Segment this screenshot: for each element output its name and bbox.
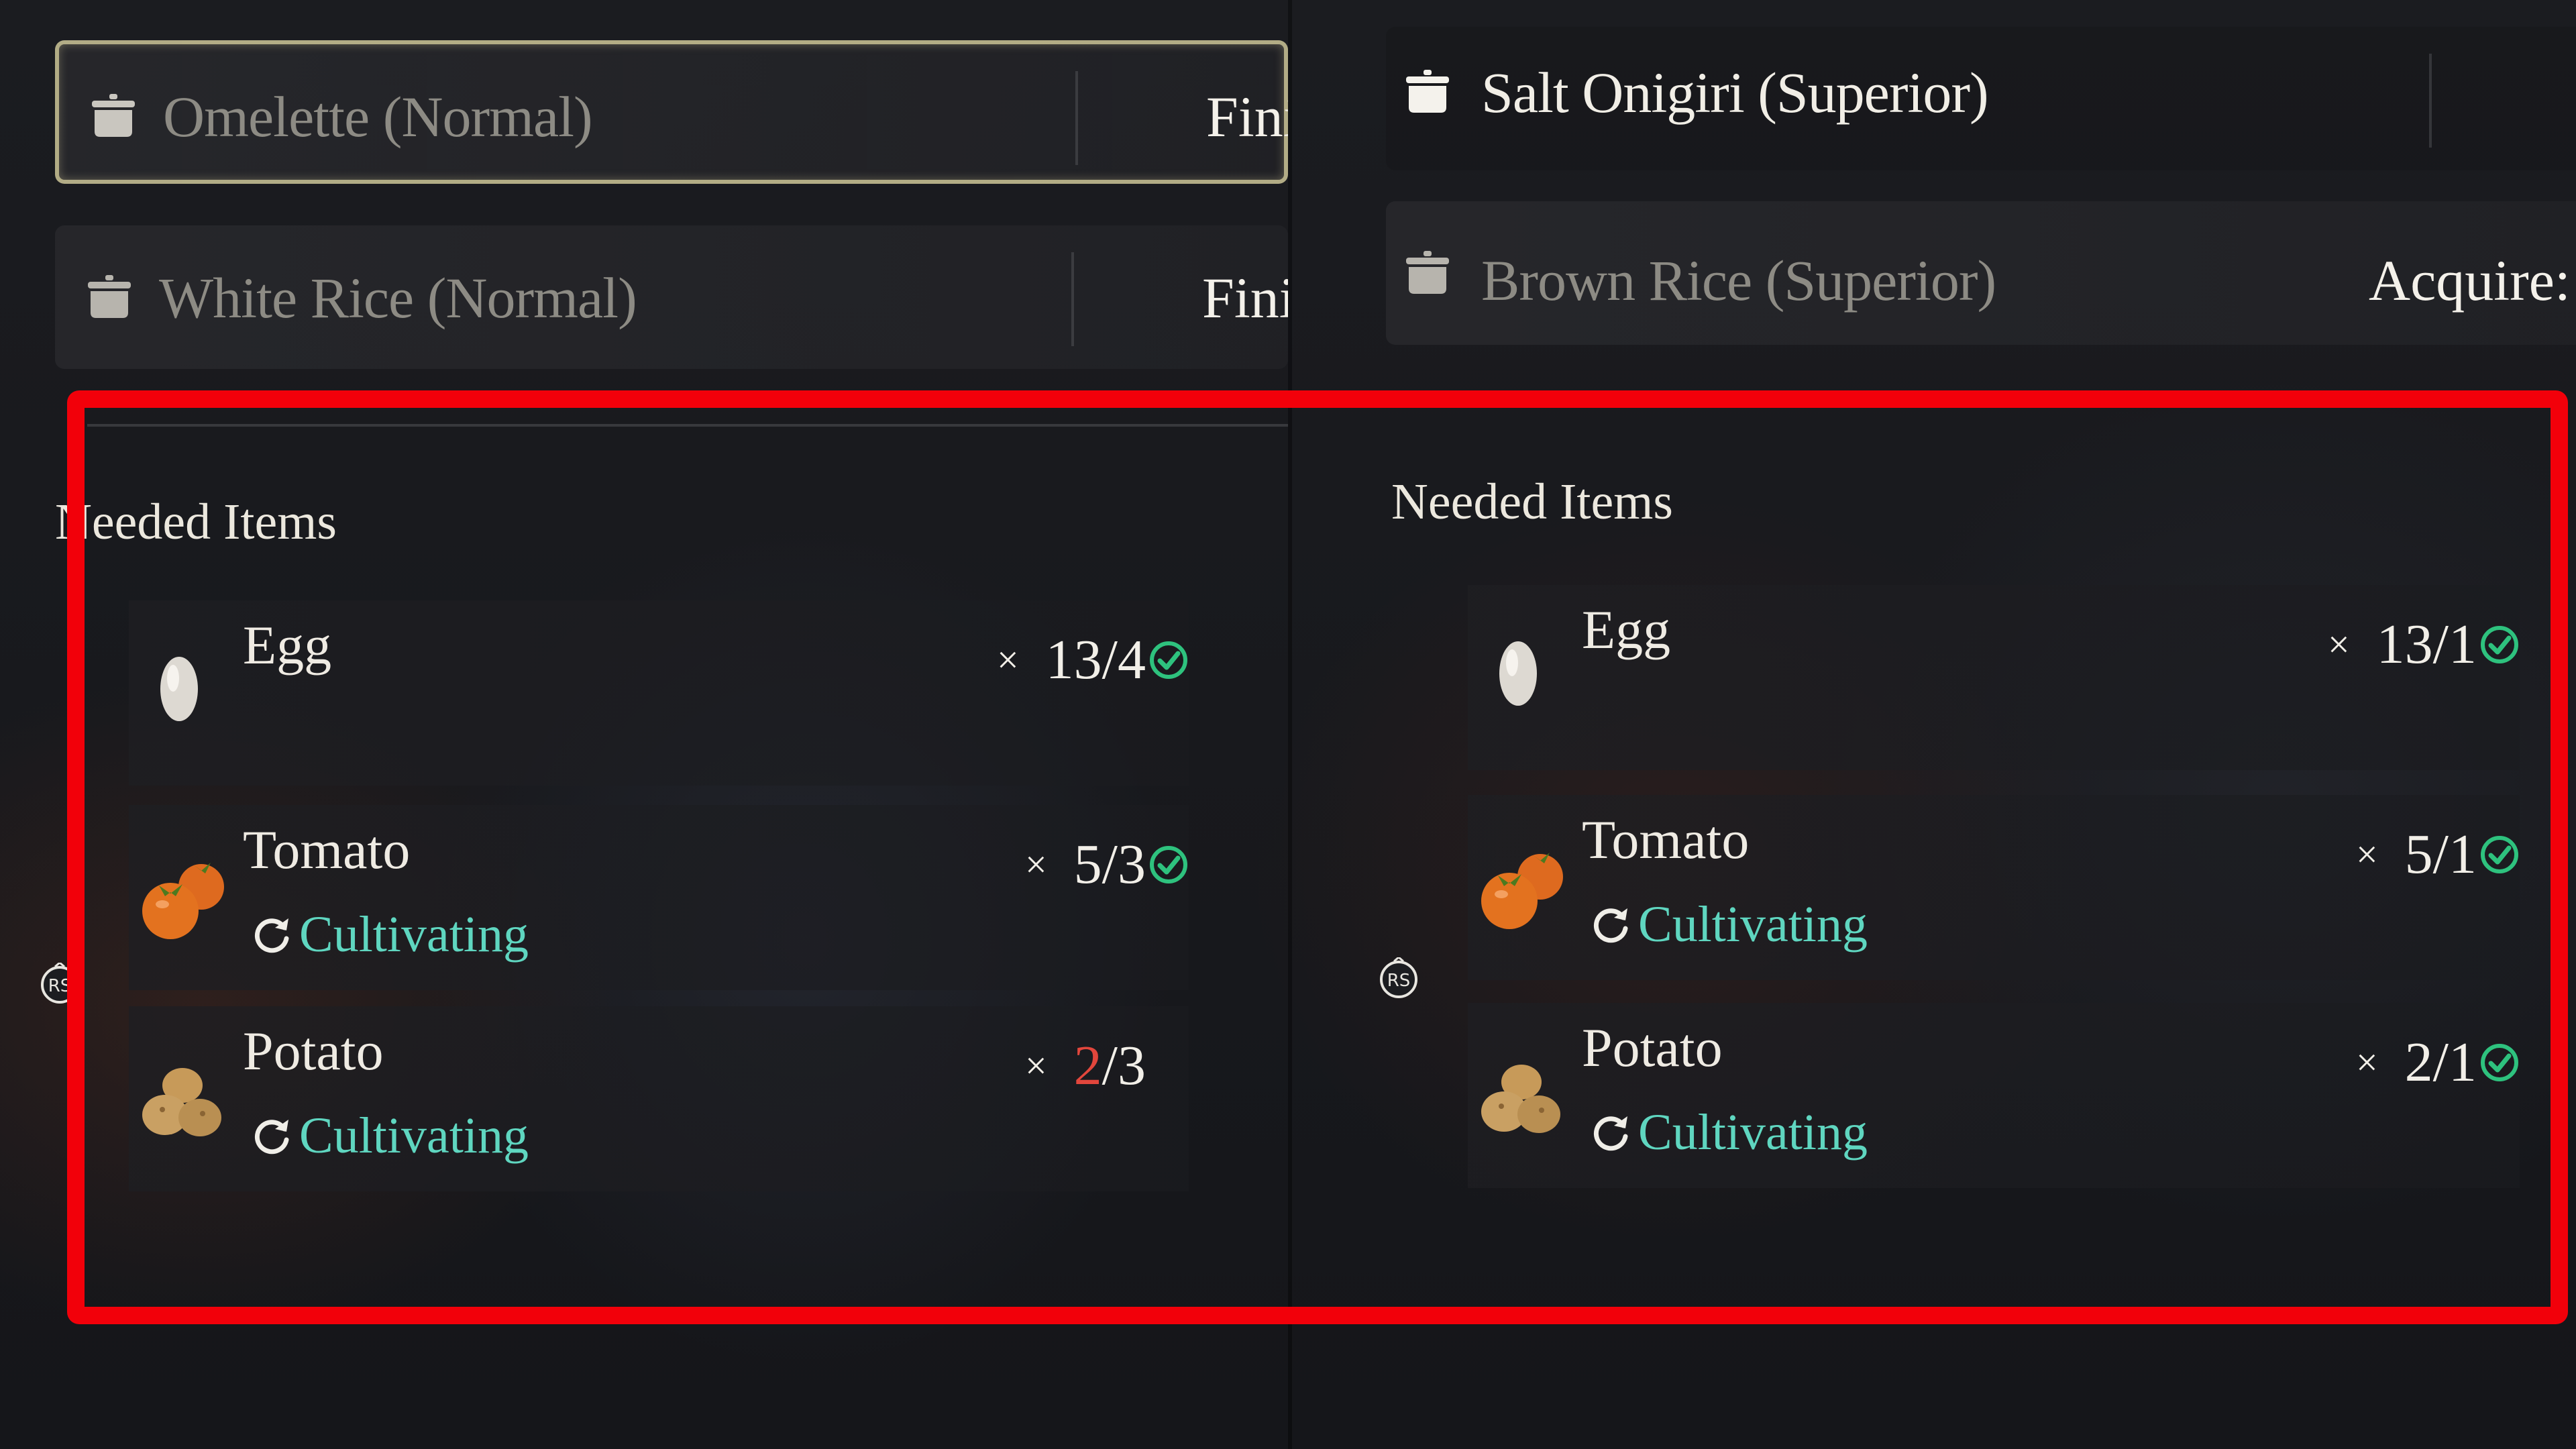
comparison-highlight-box [67,390,2568,1324]
recipe-status: Finis [1202,266,1288,330]
pot-icon [1406,70,1449,113]
recipe-name: Omelette (Normal) [163,85,593,149]
divider [1075,71,1078,165]
pot-icon [88,275,131,318]
divider [2429,54,2432,148]
recipe-status: Finis [1206,85,1288,149]
recipe-status: Acquire: R [2369,248,2576,313]
recipe-name: White Rice (Normal) [159,266,637,330]
recipe-name: Brown Rice (Superior) [1481,248,1996,313]
divider [1071,252,1074,346]
recipe-row-brown-rice[interactable]: Brown Rice (Superior) Acquire: R [1386,201,2576,345]
recipe-name: Salt Onigiri (Superior) [1481,60,1989,125]
recipe-row-white-rice[interactable]: White Rice (Normal) Finis [55,225,1288,369]
pot-icon [1406,251,1449,294]
recipe-row-omelette[interactable]: Omelette (Normal) Finis [55,40,1288,184]
recipe-row-salt-onigiri[interactable]: Salt Onigiri (Superior) [1386,27,2576,170]
pot-icon [92,94,135,137]
